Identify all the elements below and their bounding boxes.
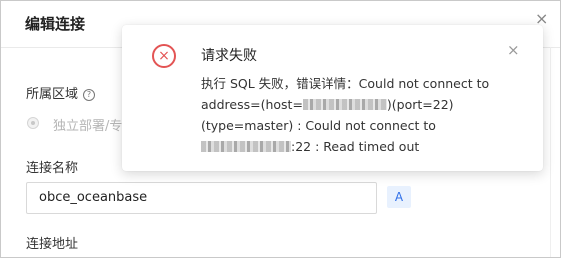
- notification-close-icon[interactable]: ×: [507, 43, 520, 58]
- message-line-3: (type=master) : Could not connect to: [201, 118, 436, 133]
- error-notification: × 请求失败 × 执行 SQL 失败，错误详情：Could not connec…: [122, 25, 543, 171]
- region-label: 所属区域: [26, 87, 79, 102]
- region-radio[interactable]: [27, 117, 39, 129]
- timeout-suffix: :22 : Read timed out: [291, 139, 420, 154]
- message-line-1: 执行 SQL 失败，错误详情：Could not connect to: [201, 76, 490, 91]
- drawer-title: 编辑连接: [25, 15, 86, 33]
- port-suffix: )(port=22): [386, 97, 454, 112]
- message-line-4: :22 : Read timed out: [201, 136, 531, 157]
- connection-address-label: 连接地址: [26, 237, 79, 252]
- close-circle-icon: ×: [152, 44, 176, 68]
- redacted-host: [302, 99, 387, 110]
- region-option-label: 独立部署/专: [53, 119, 123, 134]
- connection-name-input[interactable]: obce_oceanbase: [26, 182, 377, 214]
- notification-title: 请求失败: [201, 48, 257, 64]
- connection-tag[interactable]: A: [387, 186, 411, 208]
- help-icon[interactable]: ?: [83, 89, 96, 101]
- scrollbar[interactable]: [550, 47, 551, 257]
- connection-name-label: 连接名称: [26, 161, 79, 176]
- notification-message: 执行 SQL 失败，错误详情：Could not connect to addr…: [201, 73, 531, 157]
- message-line-2: address=(host= )(port=22): [201, 94, 531, 115]
- host-prefix: address=(host=: [201, 97, 303, 112]
- redacted-host-2: [201, 141, 291, 152]
- region-label-row: 所属区域?: [26, 83, 96, 102]
